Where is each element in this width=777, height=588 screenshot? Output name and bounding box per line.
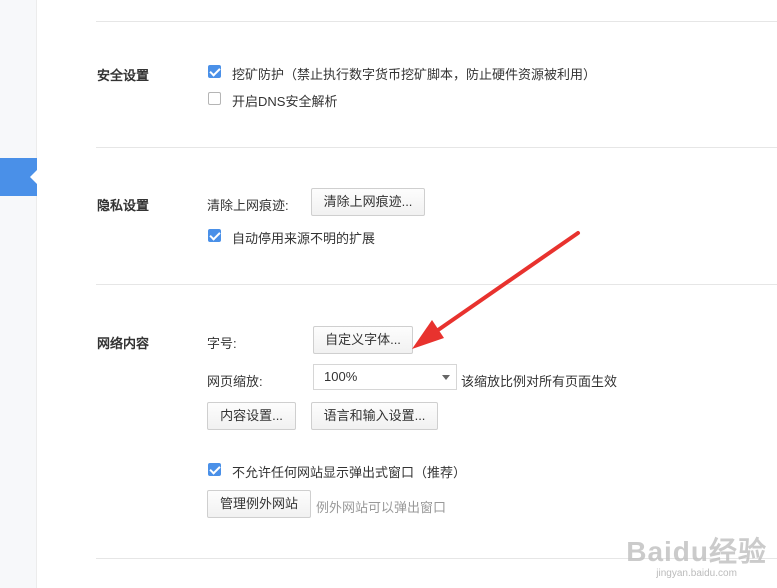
language-input-settings-button[interactable]: 语言和输入设置... — [311, 402, 438, 430]
clear-traces-button[interactable]: 清除上网痕迹... — [311, 188, 425, 216]
section-divider — [96, 284, 777, 285]
clear-traces-label: 清除上网痕迹: — [207, 198, 289, 213]
zoom-select-value: 100% — [324, 369, 358, 384]
block-popups-checkbox[interactable] — [208, 463, 221, 476]
zoom-select[interactable]: 100% — [313, 364, 457, 390]
settings-sidebar — [0, 0, 37, 588]
section-divider — [96, 147, 777, 148]
mining-protection-checkbox[interactable] — [208, 65, 221, 78]
zoom-hint: 该缩放比例对所有页面生效 — [461, 374, 618, 389]
font-size-label: 字号: — [207, 336, 237, 351]
section-divider — [96, 21, 777, 22]
exceptions-hint: 例外网站可以弹出窗口 — [316, 500, 447, 515]
disable-unknown-extensions-checkbox[interactable] — [208, 229, 221, 242]
custom-font-button[interactable]: 自定义字体... — [313, 326, 413, 354]
sidebar-active-marker[interactable] — [0, 158, 37, 196]
dns-security-label: 开启DNS安全解析 — [232, 94, 338, 109]
watermark-url: jingyan.baidu.com — [656, 568, 737, 579]
baidu-watermark: Baidu经验 jingyan.baidu.com — [626, 536, 767, 580]
network-section-title: 网络内容 — [97, 336, 150, 351]
disable-unknown-extensions-label: 自动停用来源不明的扩展 — [232, 231, 376, 246]
zoom-label: 网页缩放: — [207, 374, 263, 389]
dns-security-checkbox[interactable] — [208, 92, 221, 105]
mining-protection-label: 挖矿防护（禁止执行数字货币挖矿脚本，防止硬件资源被利用） — [232, 67, 597, 82]
security-section-title: 安全设置 — [97, 68, 150, 83]
manage-exceptions-button[interactable]: 管理例外网站 — [207, 490, 311, 518]
watermark-logo: Baidu经验 — [626, 536, 767, 567]
content-settings-button[interactable]: 内容设置... — [207, 402, 296, 430]
privacy-section-title: 隐私设置 — [97, 198, 150, 213]
chevron-down-icon — [442, 375, 450, 380]
block-popups-label: 不允许任何网站显示弹出式窗口（推荐） — [232, 465, 467, 480]
